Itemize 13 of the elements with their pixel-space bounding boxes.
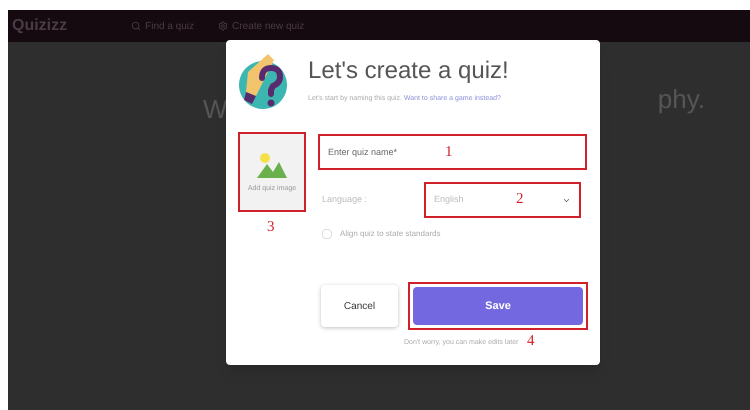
language-label: Language :	[321, 193, 368, 206]
pencil-question-icon	[238, 52, 288, 112]
checkbox[interactable]	[322, 229, 332, 239]
annotation-number: 4	[527, 334, 534, 349]
cancel-button[interactable]: Cancel	[321, 285, 398, 327]
save-button[interactable]: Save	[413, 287, 583, 325]
standards-label: Align quiz to state standards	[340, 228, 441, 240]
annotation-number: 3	[267, 220, 274, 235]
annotation-number: 1	[445, 145, 452, 160]
settings-icon	[218, 21, 228, 31]
search-icon	[131, 21, 142, 31]
dialog-title: Let's create a quiz!	[308, 56, 509, 86]
annotation-number: 2	[516, 192, 524, 207]
